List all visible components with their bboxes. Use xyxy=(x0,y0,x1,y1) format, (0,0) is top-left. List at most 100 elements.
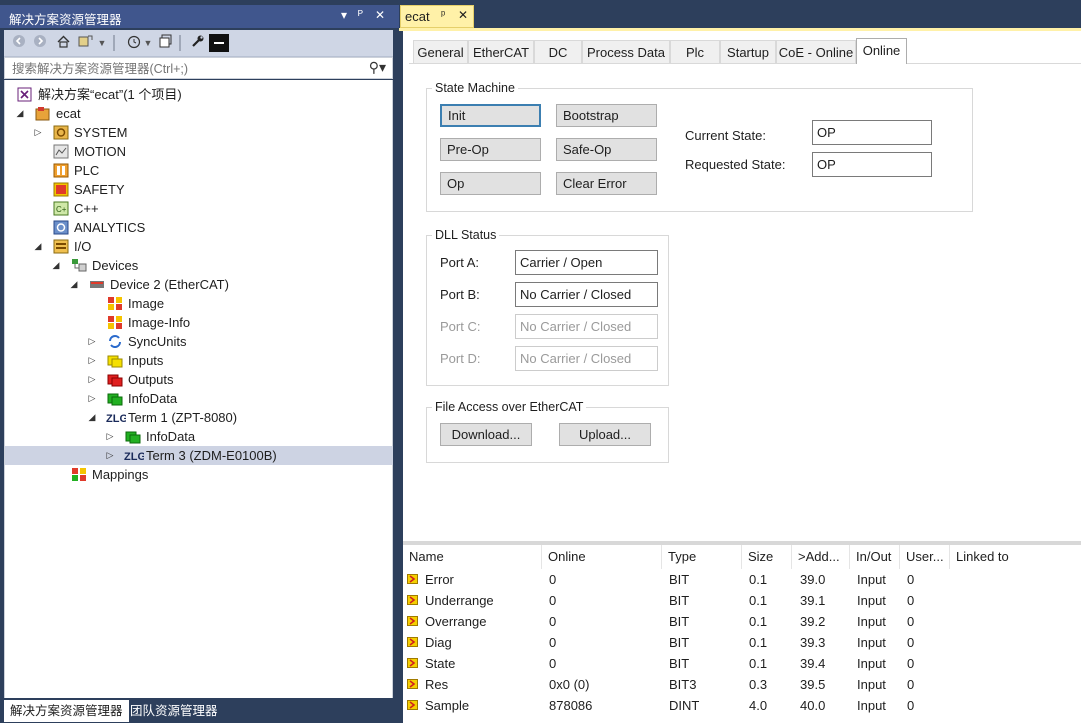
cell-size: 0.1 xyxy=(749,572,768,587)
search-icon[interactable]: ⚲▾ xyxy=(369,59,386,76)
chevron-down-icon[interactable]: ▼ xyxy=(143,34,153,52)
document-tab-ecat[interactable]: ecat ᵖ ✕ xyxy=(400,5,474,28)
tree-node-ecat[interactable]: ◢ ecat xyxy=(5,104,393,123)
tab-plc[interactable]: Plc xyxy=(670,40,720,63)
cell-name[interactable]: Diag xyxy=(425,632,452,653)
tree-label: I/O xyxy=(74,239,92,254)
cell-address: 39.5 xyxy=(800,677,826,692)
tree-node-image-info[interactable]: Image-Info xyxy=(5,313,393,332)
column-header-address[interactable]: >Add... xyxy=(792,545,850,569)
dropdown-icon[interactable]: ▾ xyxy=(341,8,347,22)
requested-state-label: Requested State: xyxy=(685,157,786,172)
preview-icon[interactable] xyxy=(209,34,229,52)
tree-node-image[interactable]: Image xyxy=(5,294,393,313)
clear-error-button[interactable]: Clear Error xyxy=(556,172,657,195)
tree-node-solution[interactable]: 解决方案“ecat”(1 个项目) xyxy=(5,85,393,104)
tree-node-plc[interactable]: PLC xyxy=(5,161,393,180)
download-button[interactable]: Download... xyxy=(440,423,532,446)
close-icon[interactable]: ✕ xyxy=(375,8,385,22)
tree-node-term1[interactable]: ◢ ZLG Term 1 (ZPT-8080) xyxy=(5,408,393,427)
cell-size: 0.1 xyxy=(749,635,768,650)
column-header-inout[interactable]: In/Out xyxy=(850,545,900,569)
tree-node-term1-infodata[interactable]: ▷ InfoData xyxy=(5,427,393,446)
cell-address: 40.0 xyxy=(800,698,826,713)
sync-view-icon[interactable] xyxy=(77,34,95,52)
collapsed-arrow-icon[interactable]: ▷ xyxy=(33,123,43,142)
expanded-arrow-icon[interactable]: ◢ xyxy=(87,408,97,427)
tree-node-system[interactable]: ▷ SYSTEM xyxy=(5,123,393,142)
pin-icon[interactable]: ᴾ xyxy=(358,8,363,22)
tab-solution-explorer[interactable]: 解决方案资源管理器 xyxy=(4,700,129,722)
cell-online: 0 xyxy=(549,635,557,650)
home-icon[interactable] xyxy=(54,34,72,52)
tab-general[interactable]: General xyxy=(413,40,468,63)
tree-node-motion[interactable]: MOTION xyxy=(5,142,393,161)
pin-icon[interactable]: ᵖ xyxy=(441,9,445,21)
collapsed-arrow-icon[interactable]: ▷ xyxy=(87,332,97,351)
tree-node-outputs[interactable]: ▷ Outputs xyxy=(5,370,393,389)
cell-name[interactable]: Error xyxy=(425,569,454,590)
column-header-linked-to[interactable]: Linked to xyxy=(950,545,1081,569)
cell-name[interactable]: Overrange xyxy=(425,611,486,632)
back-icon[interactable] xyxy=(10,34,28,52)
tree-node-syncunits[interactable]: ▷ SyncUnits xyxy=(5,332,393,351)
cell-name[interactable]: Sample xyxy=(425,695,469,716)
column-header-type[interactable]: Type xyxy=(662,545,742,569)
collapsed-arrow-icon[interactable]: ▷ xyxy=(87,370,97,389)
forward-icon[interactable] xyxy=(31,34,49,52)
search-input[interactable] xyxy=(10,59,364,79)
tree-node-analytics[interactable]: ANALYTICS xyxy=(5,218,393,237)
tab-coe-online[interactable]: CoE - Online xyxy=(776,40,856,63)
tree-node-inputs[interactable]: ▷ Inputs xyxy=(5,351,393,370)
collapse-all-icon[interactable] xyxy=(157,34,175,52)
tab-online[interactable]: Online xyxy=(856,38,907,64)
document-tab-strip xyxy=(399,0,1081,28)
tree-node-infodata[interactable]: ▷ InfoData xyxy=(5,389,393,408)
tree-node-term3-selected[interactable]: ▷ ZLG Term 3 (ZDM-E0100B) xyxy=(5,446,393,465)
cell-online: 0 xyxy=(549,572,557,587)
properties-wrench-icon[interactable] xyxy=(188,34,206,52)
collapsed-arrow-icon[interactable]: ▷ xyxy=(105,446,115,465)
collapsed-arrow-icon[interactable]: ▷ xyxy=(87,351,97,370)
tree-node-mappings[interactable]: Mappings xyxy=(5,465,393,484)
column-header-size[interactable]: Size xyxy=(742,545,792,569)
tab-dc[interactable]: DC xyxy=(534,40,582,63)
chevron-down-icon[interactable]: ▼ xyxy=(97,34,107,52)
cell-size: 0.1 xyxy=(749,656,768,671)
svg-text:ZLG: ZLG xyxy=(124,451,144,463)
current-state-field: OP xyxy=(812,120,932,145)
upload-button[interactable]: Upload... xyxy=(559,423,651,446)
column-header-online[interactable]: Online xyxy=(542,545,662,569)
close-icon[interactable]: ✕ xyxy=(458,8,468,22)
cell-name[interactable]: Res xyxy=(425,674,448,695)
expanded-arrow-icon[interactable]: ◢ xyxy=(69,275,79,294)
expanded-arrow-icon[interactable]: ◢ xyxy=(33,237,43,256)
safety-icon xyxy=(53,182,69,197)
op-button[interactable]: Op xyxy=(440,172,541,195)
tree-node-safety[interactable]: SAFETY xyxy=(5,180,393,199)
tab-team-explorer[interactable]: 团队资源管理器 xyxy=(124,700,224,722)
tree-node-devices[interactable]: ◢ Devices xyxy=(5,256,393,275)
column-header-user[interactable]: User... xyxy=(900,545,950,569)
expanded-arrow-icon[interactable]: ◢ xyxy=(51,256,61,275)
cell-name[interactable]: State xyxy=(425,653,455,674)
tree-node-cpp[interactable]: C+ C++ xyxy=(5,199,393,218)
tree-node-io[interactable]: ◢ I/O xyxy=(5,237,393,256)
tab-startup[interactable]: Startup xyxy=(720,40,776,63)
tree-node-device2[interactable]: ◢ Device 2 (EtherCAT) xyxy=(5,275,393,294)
bootstrap-button[interactable]: Bootstrap xyxy=(556,104,657,127)
pending-changes-icon[interactable] xyxy=(124,34,142,52)
column-header-name[interactable]: Name xyxy=(403,545,542,569)
collapsed-arrow-icon[interactable]: ▷ xyxy=(87,389,97,408)
collapsed-arrow-icon[interactable]: ▷ xyxy=(105,427,115,446)
cell-name[interactable]: Underrange xyxy=(425,590,494,611)
init-button[interactable]: Init xyxy=(440,104,541,127)
pre-op-button[interactable]: Pre-Op xyxy=(440,138,541,161)
safe-op-button[interactable]: Safe-Op xyxy=(556,138,657,161)
tab-ethercat[interactable]: EtherCAT xyxy=(468,40,534,63)
ethercat-device-icon xyxy=(89,277,105,292)
solution-search-box[interactable]: ⚲▾ xyxy=(4,57,393,79)
tab-process-data[interactable]: Process Data xyxy=(582,40,670,63)
expanded-arrow-icon[interactable]: ◢ xyxy=(15,104,25,123)
syncunits-icon xyxy=(107,334,123,349)
